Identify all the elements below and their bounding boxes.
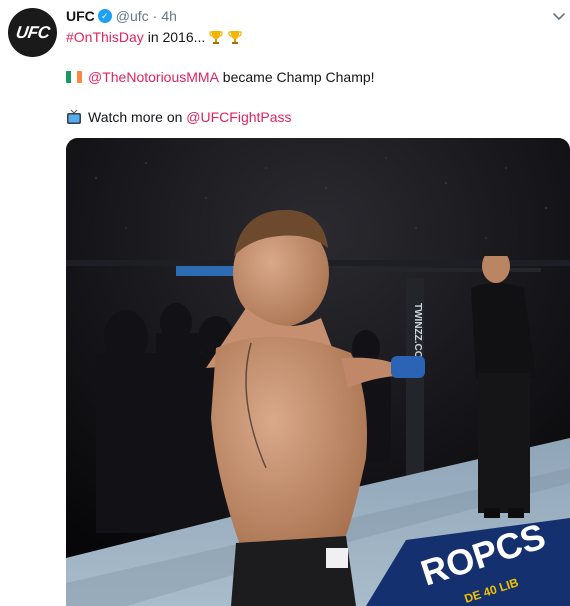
fight-scene-image: TWINZZ.COM ROPCS DE 40 LIB: [66, 138, 570, 606]
ireland-flag-icon: [66, 71, 82, 83]
avatar[interactable]: UFC: [8, 8, 57, 57]
tweet-text-line-3: Watch more on @UFCFightPass: [66, 107, 292, 127]
television-icon: [67, 109, 81, 124]
tweet-media-gif[interactable]: TWINZZ.COM ROPCS DE 40 LIB: [66, 138, 570, 606]
chevron-down-icon[interactable]: [551, 8, 567, 24]
tweet-text: Watch more on: [88, 109, 187, 125]
author-handle[interactable]: @ufc: [116, 8, 149, 24]
hashtag-link[interactable]: #OnThisDay: [66, 29, 144, 45]
separator: ·: [152, 8, 158, 24]
tweet-text: in 2016...: [143, 29, 206, 45]
tweet-text: became Champ Champ!: [218, 69, 375, 85]
trophy-icon: [209, 31, 223, 44]
tweet-text-line-1: #OnThisDay in 2016...: [66, 27, 243, 47]
trophy-icon: [228, 31, 242, 44]
tweet-header: UFC ✓ @ufc · 4h: [66, 6, 177, 26]
timestamp[interactable]: 4h: [161, 8, 177, 24]
tweet[interactable]: UFC UFC ✓ @ufc · 4h #OnThisDay in 2016..…: [0, 0, 570, 606]
mention-link[interactable]: @TheNotoriousMMA: [88, 69, 219, 85]
verified-badge-icon: ✓: [97, 9, 112, 23]
author-name[interactable]: UFC: [66, 8, 95, 24]
mention-link[interactable]: @UFCFightPass: [186, 109, 291, 125]
ufc-logo: UFC: [14, 22, 51, 42]
tweet-text-line-2: @TheNotoriousMMA became Champ Champ!: [66, 67, 375, 87]
